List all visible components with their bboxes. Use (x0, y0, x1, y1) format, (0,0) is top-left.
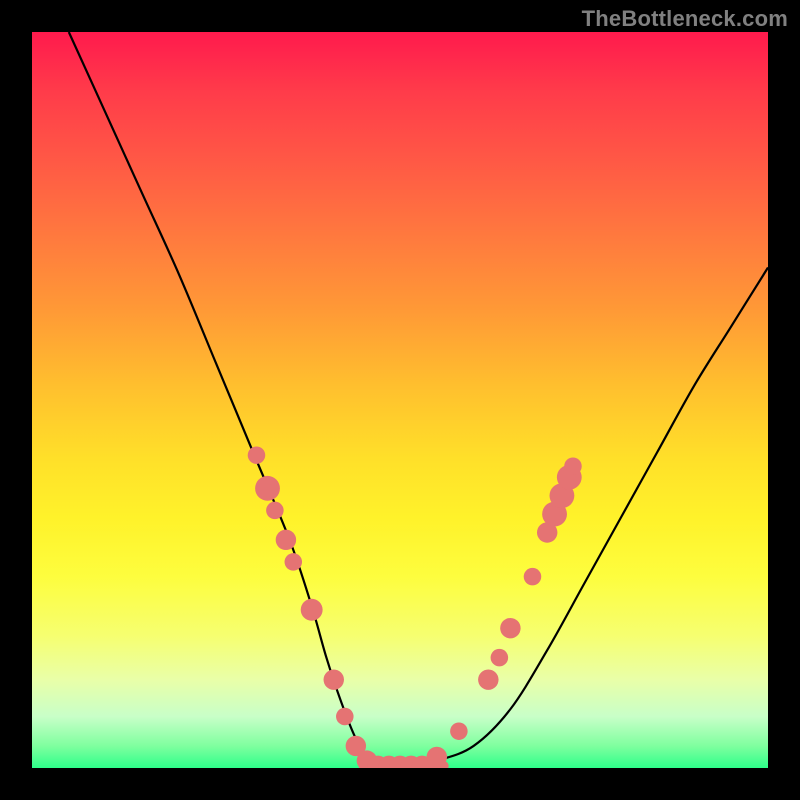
chart-marker (285, 553, 303, 571)
chart-marker (248, 446, 266, 464)
chart-svg (32, 32, 768, 768)
chart-marker (478, 669, 498, 689)
chart-marker (266, 502, 284, 520)
chart-markers (248, 446, 582, 768)
chart-marker (301, 599, 323, 621)
chart-marker (276, 530, 296, 550)
chart-marker (324, 669, 344, 689)
bottleneck-curve (69, 32, 768, 768)
chart-marker (500, 618, 520, 638)
chart-marker (564, 457, 582, 475)
chart-marker (450, 722, 468, 740)
chart-marker (427, 747, 447, 767)
chart-marker (491, 649, 509, 667)
watermark-text: TheBottleneck.com (582, 6, 788, 32)
chart-frame: TheBottleneck.com (0, 0, 800, 800)
chart-marker (336, 708, 354, 726)
chart-plot-area (32, 32, 768, 768)
chart-marker (524, 568, 542, 586)
chart-marker (255, 476, 280, 501)
